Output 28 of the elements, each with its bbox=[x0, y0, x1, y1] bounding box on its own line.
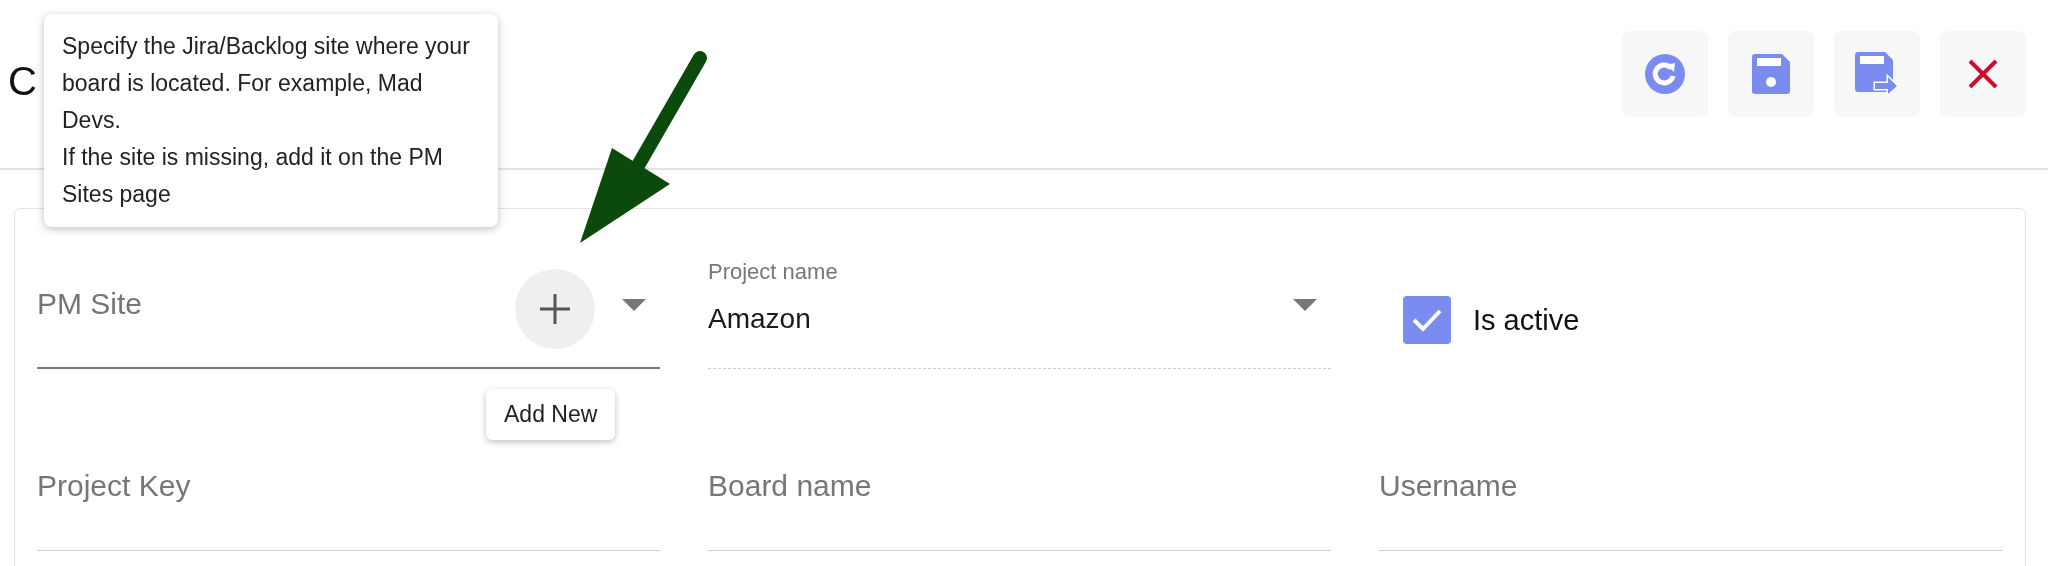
checkbox-label: Is active bbox=[1473, 303, 1580, 337]
close-button[interactable] bbox=[1940, 31, 2026, 117]
save-button[interactable] bbox=[1728, 31, 1814, 117]
plus-icon bbox=[540, 294, 570, 324]
save-as-button[interactable] bbox=[1834, 31, 1920, 117]
text-field[interactable]: Project Key bbox=[37, 441, 660, 551]
page-title: C bbox=[8, 58, 37, 104]
field-value: Amazon bbox=[708, 303, 811, 335]
checkbox[interactable] bbox=[1403, 296, 1451, 344]
field-label: Username bbox=[1379, 469, 1518, 503]
text-field[interactable]: Board name bbox=[708, 441, 1331, 551]
field-label: Project Key bbox=[37, 469, 191, 503]
checkmark-icon bbox=[1411, 307, 1443, 333]
refresh-button[interactable] bbox=[1622, 31, 1708, 117]
add-new-tooltip: Add New bbox=[486, 389, 616, 440]
save-as-icon bbox=[1855, 52, 1899, 96]
field-label: Board name bbox=[708, 469, 872, 503]
dropdown-caret-icon[interactable] bbox=[1293, 299, 1317, 311]
field-label: Project name bbox=[708, 259, 838, 285]
dropdown-caret-icon[interactable] bbox=[622, 299, 646, 311]
refresh-icon bbox=[1644, 53, 1686, 95]
save-icon bbox=[1752, 54, 1790, 94]
tooltip-text: Specify the Jira/Backlog site where your board is located. For example, Mad Devs. bbox=[62, 32, 471, 135]
close-icon bbox=[1968, 59, 1998, 89]
text-field[interactable]: Username bbox=[1379, 441, 2002, 551]
select-field[interactable]: Project name Amazon bbox=[708, 259, 1331, 369]
field-label: PM Site bbox=[37, 287, 143, 321]
tooltip-text: If the site is missing, add it on the PM Sites page bbox=[62, 143, 444, 209]
